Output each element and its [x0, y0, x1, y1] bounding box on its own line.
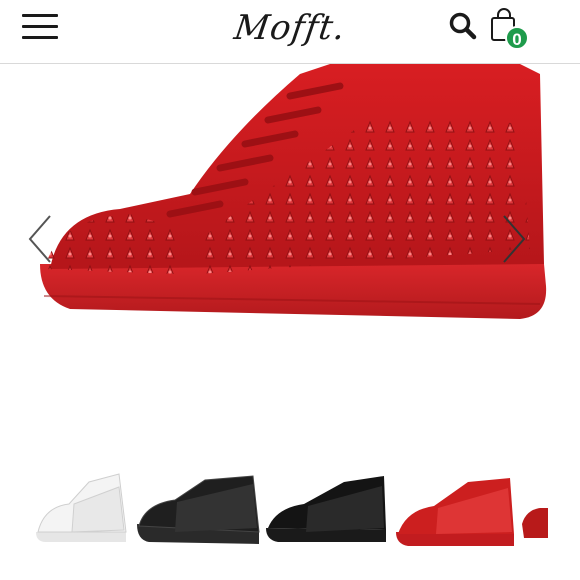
thumbnail-black-suede-sneaker[interactable] — [264, 462, 390, 562]
thumbnail-strip — [0, 462, 580, 562]
thumbnail-red-sneaker-partial[interactable] — [520, 462, 548, 562]
hamburger-menu-icon[interactable] — [22, 14, 58, 40]
top-header: Mofft. 0 — [0, 0, 580, 64]
red-spiked-sneaker-image — [40, 64, 547, 319]
chevron-right-icon[interactable] — [494, 214, 534, 264]
chevron-left-icon[interactable] — [22, 214, 62, 264]
search-icon[interactable] — [447, 10, 479, 42]
product-image-main[interactable] — [0, 64, 580, 454]
thumbnail-red-sneaker[interactable] — [394, 462, 516, 562]
brand-logo[interactable]: Mofft. — [227, 6, 353, 50]
cart-count-badge: 0 — [505, 26, 529, 50]
thumbnail-black-leather-sneaker[interactable] — [135, 462, 261, 562]
shopping-bag-button[interactable]: 0 — [489, 8, 533, 52]
thumbnail-white-sneaker[interactable] — [34, 462, 130, 562]
